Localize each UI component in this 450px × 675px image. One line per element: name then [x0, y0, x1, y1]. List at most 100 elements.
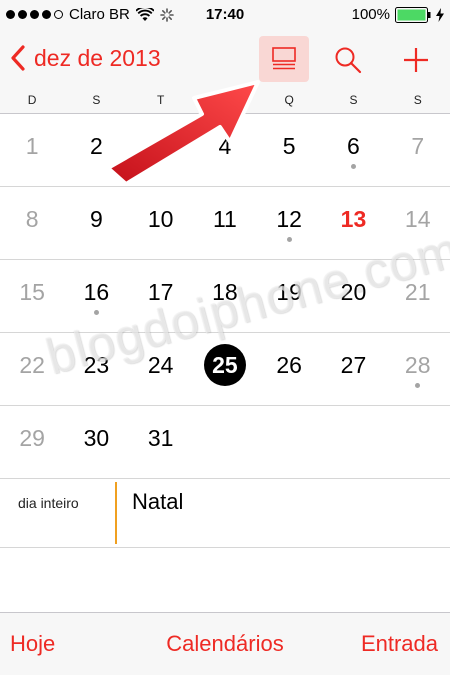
weekday-header: D S T Q Q S S: [0, 90, 450, 114]
event-indicator-dot: [93, 310, 99, 315]
calendar-day[interactable]: 27: [321, 333, 385, 406]
calendar-day-number: 29: [19, 425, 45, 451]
chevron-left-icon: [11, 45, 25, 71]
calendar-day-number: 22: [19, 352, 45, 378]
calendar-week-row: 29 30 31: [0, 406, 450, 479]
calendar-day-number: 25: [203, 344, 246, 386]
month-calendar-grid: 1 2 4 5 6 7 8 9 10 11 12 13 14 15 16 17 18 19 20 21 22 23 24 25…: [0, 114, 450, 479]
calendar-day[interactable]: 24: [129, 333, 193, 406]
calendar-day[interactable]: 2: [64, 114, 128, 187]
calendar-day[interactable]: 18: [193, 260, 257, 333]
search-icon: [335, 47, 362, 74]
calendar-day-number: 1: [25, 133, 39, 159]
calendar-day[interactable]: 30: [64, 406, 128, 479]
calendar-day-number: 11: [212, 206, 237, 232]
calendar-day-number: 30: [83, 425, 110, 451]
calendar-day[interactable]: 25: [193, 333, 257, 406]
calendar-day[interactable]: 26: [257, 333, 321, 406]
calendar-day-number: 26: [276, 352, 302, 378]
calendar-empty-cell: [193, 406, 257, 479]
add-event-button[interactable]: [396, 40, 436, 80]
calendar-day[interactable]: 23: [64, 333, 128, 406]
calendar-day[interactable]: 31: [129, 406, 193, 479]
list-view-button[interactable]: [259, 36, 309, 82]
calendar-day[interactable]: 21: [386, 260, 450, 333]
calendar-day[interactable]: 12: [257, 187, 321, 260]
calendar-day-number: 28: [404, 352, 431, 378]
calendar-day[interactable]: 11: [193, 187, 257, 260]
plus-icon: [404, 48, 428, 72]
calendar-day[interactable]: 6: [321, 114, 385, 187]
battery-icon: [395, 6, 431, 23]
calendar-day-number: 19: [276, 279, 302, 305]
calendar-day[interactable]: 10: [129, 187, 193, 260]
event-calendar-color-bar: [115, 482, 117, 544]
battery-percent: 100%: [351, 6, 390, 23]
calendar-day-number: 20: [340, 279, 367, 305]
calendar-day-number: 8: [25, 206, 39, 232]
calendar-day-number: 7: [411, 133, 425, 159]
back-to-month-button[interactable]: dez de 2013: [8, 44, 161, 72]
calendar-day[interactable]: 5: [257, 114, 321, 187]
calendar-day-number: 16: [83, 279, 110, 305]
search-button[interactable]: [330, 40, 366, 80]
weekday-label: Q: [284, 93, 294, 107]
calendar-week-row: 1 2 4 5 6 7: [0, 114, 450, 187]
calendar-day[interactable]: 7: [386, 114, 450, 187]
charging-bolt-icon: [436, 7, 444, 22]
calendar-day-number: 12: [276, 206, 302, 232]
calendar-day[interactable]: 15: [0, 260, 64, 333]
event-indicator-dot: [350, 164, 356, 169]
status-right: 100%: [352, 6, 444, 23]
calendar-day[interactable]: 16: [64, 260, 128, 333]
calendar-day[interactable]: 22: [0, 333, 64, 406]
weekday-label: D: [27, 93, 37, 107]
calendar-day-number: 27: [340, 352, 367, 378]
calendar-day[interactable]: 8: [0, 187, 64, 260]
all-day-label: dia inteiro: [18, 495, 79, 511]
calendar-day[interactable]: 13: [321, 187, 385, 260]
calendar-empty-cell: [321, 406, 385, 479]
calendar-week-row: 8 9 10 11 12 13 14: [0, 187, 450, 260]
event-item-natal[interactable]: Natal: [132, 489, 183, 515]
status-bar: Claro BR 17:40 100%: [0, 0, 450, 30]
weekday-label: S: [349, 93, 358, 107]
calendar-day[interactable]: 19: [257, 260, 321, 333]
calendar-day-number: 14: [404, 206, 431, 232]
calendar-day-number: 24: [147, 352, 174, 378]
calendar-day-number: 5: [282, 133, 296, 159]
back-label: dez de 2013: [34, 44, 161, 71]
bottom-toolbar: Hoje Calendários Entrada: [0, 612, 450, 675]
calendar-day[interactable]: 17: [129, 260, 193, 333]
calendar-day[interactable]: 20: [321, 260, 385, 333]
calendar-week-row: 22 23 24 25 26 27 28: [0, 333, 450, 406]
list-view-icon: [272, 47, 296, 70]
calendar-day-number: 2: [89, 133, 103, 159]
calendar-day[interactable]: 28: [386, 333, 450, 406]
calendar-day[interactable]: 9: [64, 187, 128, 260]
calendar-day-number: 10: [147, 206, 174, 232]
calendar-day-number: 9: [89, 206, 103, 232]
calendar-day-number: 4: [218, 133, 232, 159]
event-indicator-dot: [415, 383, 421, 388]
calendar-day-number: 18: [212, 279, 238, 305]
calendar-day-number: 6: [347, 133, 360, 159]
weekday-label: T: [156, 93, 165, 107]
event-list: dia inteiro Natal: [0, 480, 450, 548]
calendar-day-number: 17: [147, 279, 174, 305]
inbox-button[interactable]: Entrada: [361, 631, 438, 657]
calendar-day[interactable]: 14: [386, 187, 450, 260]
calendar-day-number: [140, 125, 182, 167]
calendar-week-row: 15 16 17 18 19 20 21: [0, 260, 450, 333]
calendar-day[interactable]: 4: [193, 114, 257, 187]
calendar-day-number: 13: [340, 206, 367, 232]
weekday-label: Q: [220, 93, 230, 107]
weekday-label: S: [413, 93, 422, 107]
calendar-day-number: 15: [19, 279, 45, 305]
calendar-day[interactable]: 29: [0, 406, 64, 479]
calendar-day-number: 31: [147, 425, 174, 451]
calendar-day[interactable]: 1: [0, 114, 64, 187]
calendar-day[interactable]: [129, 114, 193, 187]
calendar-day-number: 23: [83, 352, 110, 378]
calendar-empty-cell: [257, 406, 321, 479]
